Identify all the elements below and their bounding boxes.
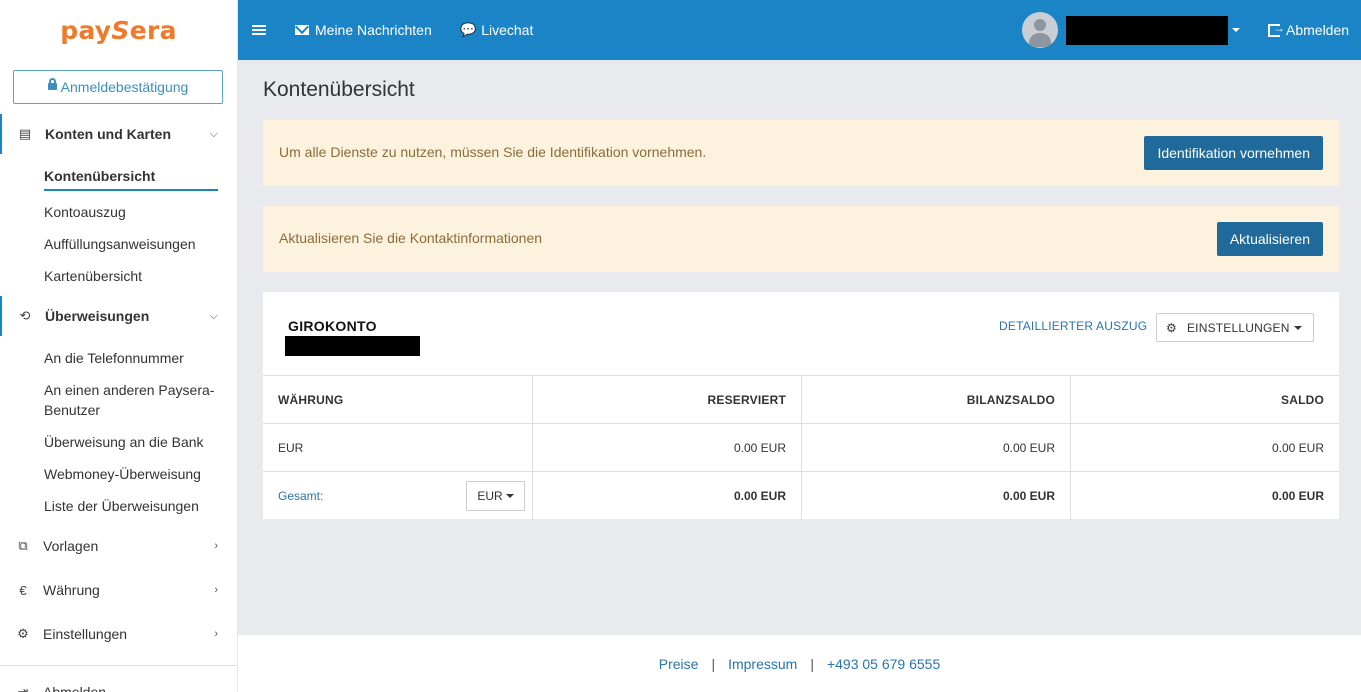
sidebar-section-templates[interactable]: ⧉ Vorlagen › xyxy=(0,526,237,566)
sidebar-item-webmoney-transfer[interactable]: Webmoney-Überweisung xyxy=(44,464,201,484)
sidebar-item-account-overview[interactable]: Kontenübersicht xyxy=(44,166,218,191)
top-bar: Meine Nachrichten 💬 Livechat Abmelden xyxy=(238,0,1361,60)
identification-button[interactable]: Identifikation vornehmen xyxy=(1144,136,1323,170)
login-confirmation-button[interactable]: Anmeldebestätigung xyxy=(13,70,223,104)
footer-separator: | xyxy=(810,655,814,672)
gear-icon: ⚙ xyxy=(17,626,29,641)
logout-button[interactable]: Abmelden xyxy=(1268,0,1349,60)
sidebar-section-label: Konten und Karten xyxy=(45,126,171,142)
redacted-account-number xyxy=(285,336,420,356)
livechat-label: Livechat xyxy=(481,22,534,38)
sidebar-item-bank-transfer[interactable]: Überweisung an die Bank xyxy=(44,432,204,452)
alert-message: Aktualisieren Sie die Kontaktinformation… xyxy=(279,230,543,246)
table-cell: 0.00 EUR xyxy=(801,424,1070,472)
account-card: GIROKONTO DETAILLIERTER AUSZUG ⚙ EINSTEL… xyxy=(263,292,1339,520)
sidebar-section-accounts[interactable]: ▤ Konten und Karten ⌵ xyxy=(0,114,237,154)
sidebar-section-currency[interactable]: € Währung › xyxy=(0,570,237,610)
sidebar-section-label: Einstellungen xyxy=(43,626,128,642)
sidebar-item-paysera-user-transfer[interactable]: An einen anderen Paysera-Benutzer xyxy=(44,380,219,420)
table-header: RESERVIERT xyxy=(532,376,801,424)
table-cell: 0.00 EUR xyxy=(1070,472,1339,520)
caret-down-icon[interactable] xyxy=(1232,28,1240,32)
transfer-icon: ⟲ xyxy=(19,308,31,323)
chevron-right-icon: › xyxy=(214,584,218,596)
table-cell: 0.00 EUR xyxy=(801,472,1070,520)
account-title: GIROKONTO xyxy=(288,318,377,334)
sidebar-item-phone-transfer[interactable]: An die Telefonnummer xyxy=(44,348,184,368)
identification-alert: Um alle Dienste zu nutzen, müssen Sie di… xyxy=(263,120,1339,186)
sidebar-item-cards[interactable]: Kartenübersicht xyxy=(44,266,142,286)
table-cell: 0.00 EUR xyxy=(532,472,801,520)
alert-message: Um alle Dienste zu nutzen, müssen Sie di… xyxy=(279,144,707,160)
paysera-logo[interactable]: pay Sera xyxy=(0,0,237,60)
sidebar-item-transfer-list[interactable]: Liste der Überweisungen xyxy=(44,496,199,516)
contact-info-alert: Aktualisieren Sie die Kontaktinformation… xyxy=(263,206,1339,272)
logout-icon xyxy=(1268,21,1285,37)
update-button[interactable]: Aktualisieren xyxy=(1216,222,1323,256)
sidebar-section-transfers[interactable]: ⟲ Überweisungen ⌵ xyxy=(0,296,237,336)
footer-link-prices[interactable]: Preise xyxy=(659,656,699,672)
messages-label: Meine Nachrichten xyxy=(315,22,432,38)
logo-text-2: S xyxy=(111,15,130,45)
logout-label: Abmelden xyxy=(1286,22,1350,38)
logo-text-1: pay xyxy=(60,15,112,45)
envelope-icon xyxy=(295,25,309,35)
sidebar-section-label: Abmelden xyxy=(43,684,107,692)
lock-icon xyxy=(47,78,57,92)
hamburger-icon xyxy=(252,23,266,37)
livechat-link[interactable]: 💬 Livechat xyxy=(460,0,533,60)
footer-separator: | xyxy=(711,655,716,672)
redacted-username[interactable] xyxy=(1066,16,1228,45)
cards-icon: ▤ xyxy=(18,126,32,141)
sidebar-section-label: Überweisungen xyxy=(45,308,150,324)
gear-icon: ⚙ xyxy=(1166,320,1177,335)
login-confirmation-label: Anmeldebestätigung xyxy=(60,79,189,95)
sidebar-divider xyxy=(0,665,237,666)
chevron-right-icon: › xyxy=(214,540,218,552)
footer: Preise | Impressum | +493 05 679 6555 xyxy=(238,635,1361,692)
settings-label: EINSTELLUNGEN xyxy=(1186,320,1290,335)
table-header: BILANZSALDO xyxy=(801,376,1070,424)
sidebar: pay Sera Anmeldebestätigung ▤ Konten und … xyxy=(0,0,238,692)
copy-icon: ⧉ xyxy=(18,538,28,553)
chevron-down-icon: ⌵ xyxy=(209,309,218,322)
table-cell: 0.00 EUR xyxy=(1070,424,1339,472)
account-settings-button[interactable]: ⚙ EINSTELLUNGEN xyxy=(1156,313,1314,342)
table-cell: 0.00 EUR xyxy=(532,424,801,472)
logout-icon: ⇥ xyxy=(17,684,29,692)
footer-link-phone[interactable]: +493 05 679 6555 xyxy=(827,656,940,672)
page-title: Kontenübersicht xyxy=(263,78,415,101)
sidebar-section-logout[interactable]: ⇥ Abmelden xyxy=(0,672,237,692)
detailed-statement-link[interactable]: DETAILLIERTER AUSZUG xyxy=(999,319,1147,333)
caret-down-icon xyxy=(505,494,514,498)
avatar[interactable] xyxy=(1022,12,1058,48)
logo-text-3: era xyxy=(129,15,177,45)
sidebar-section-label: Währung xyxy=(43,582,100,598)
menu-toggle[interactable] xyxy=(252,0,266,60)
euro-icon: € xyxy=(19,582,27,598)
table-header: WÄHRUNG xyxy=(278,393,344,407)
footer-link-imprint[interactable]: Impressum xyxy=(728,656,797,672)
table-header-row: WÄHRUNG RESERVIERT BILANZSALDO SALDO xyxy=(263,375,1339,424)
chevron-down-icon: ⌵ xyxy=(209,127,218,140)
messages-link[interactable]: Meine Nachrichten xyxy=(295,0,432,60)
table-cell: EUR xyxy=(278,441,304,455)
total-currency-value: EUR xyxy=(477,489,503,503)
sidebar-section-label: Vorlagen xyxy=(43,538,99,554)
chat-icon: 💬 xyxy=(460,22,477,37)
table-row: EUR 0.00 EUR 0.00 EUR 0.00 EUR xyxy=(263,423,1339,472)
sidebar-section-settings[interactable]: ⚙ Einstellungen › xyxy=(0,614,237,654)
sidebar-item-statement[interactable]: Kontoauszug xyxy=(44,202,126,222)
caret-down-icon xyxy=(1294,326,1302,330)
table-total-row: Gesamt: EUR 0.00 EUR 0.00 EUR 0.00 EUR xyxy=(263,471,1339,520)
chevron-right-icon: › xyxy=(214,628,218,640)
total-currency-select[interactable]: EUR xyxy=(466,481,525,511)
table-header: SALDO xyxy=(1070,376,1339,424)
sidebar-item-topup[interactable]: Auffüllungsanweisungen xyxy=(44,234,196,254)
